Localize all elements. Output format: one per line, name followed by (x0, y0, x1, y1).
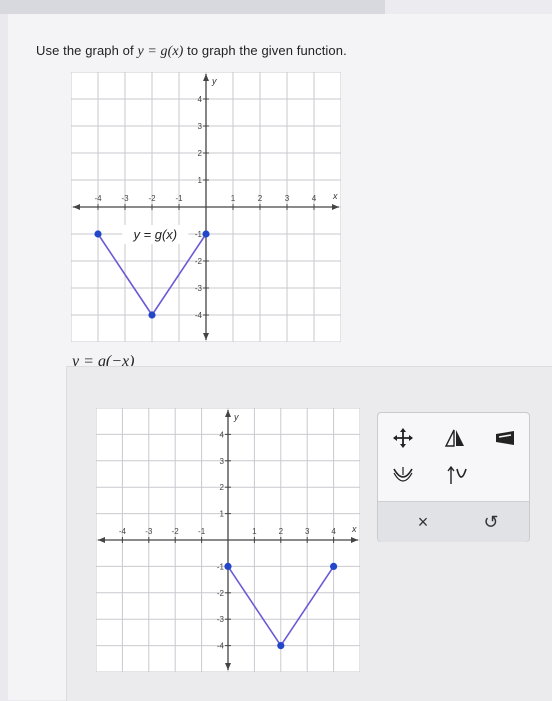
y-tick-label: -2 (217, 589, 225, 598)
x-tick-label: 1 (231, 194, 236, 203)
curve-point (94, 230, 102, 238)
prompt-math: y = g(x) (137, 44, 184, 59)
x-tick-label: -2 (172, 527, 180, 536)
curve-label: y = g(x) (132, 227, 177, 242)
x-axis-label: x (351, 524, 357, 534)
y-tick-label: 2 (220, 483, 225, 492)
toolbox-actions: × ↺ (378, 501, 529, 542)
reflect-icon (444, 429, 464, 447)
scale-icon (496, 431, 514, 445)
stretch-icon (393, 467, 413, 482)
y-tick-label: 3 (220, 457, 225, 466)
transformation-toolbox: × ↺ (377, 412, 530, 542)
y-tick-label: -1 (195, 230, 203, 239)
x-tick-label: -3 (121, 194, 129, 203)
y-axis-label: y (233, 412, 239, 422)
curve-point (224, 562, 232, 570)
answer-graph[interactable]: -4 -3 -2 -1 1 2 3 4 4 3 2 1 -1 -2 -3 -4 x y (96, 408, 360, 672)
x-tick-label: -1 (198, 527, 206, 536)
y-tick-label: -2 (195, 257, 203, 266)
curve-point (202, 230, 210, 238)
x-axis-label: x (332, 191, 338, 201)
undo-button[interactable]: ↺ (478, 510, 504, 534)
y-tick-label: -3 (195, 284, 203, 293)
curve-point (330, 562, 338, 570)
given-graph: -4 -3 -2 -1 1 2 3 4 4 3 2 1 -1 -2 -3 -4 x y y = g(x) (71, 72, 341, 342)
x-tick-label: 1 (252, 527, 257, 536)
top-bar (0, 0, 552, 14)
shift-icon (447, 465, 467, 484)
y-tick-label: 2 (198, 149, 203, 158)
y-tick-label: 4 (198, 95, 203, 104)
y-axis-label: y (211, 76, 217, 86)
prompt-before: Use the graph of (36, 43, 138, 58)
x-tick-label: -3 (145, 527, 153, 536)
y-tick-label: -4 (217, 642, 225, 651)
curve-point (148, 311, 156, 319)
top-tab (385, 0, 552, 14)
delete-button[interactable]: × (410, 510, 436, 534)
y-tick-label: 3 (198, 122, 203, 131)
question-prompt: Use the graph of y = g(x) to graph the g… (36, 43, 347, 60)
reflect-tool-button[interactable] (442, 427, 468, 449)
y-tick-label: -1 (217, 562, 225, 571)
x-tick-label: 2 (258, 194, 263, 203)
x-tick-label: -2 (148, 194, 156, 203)
y-tick-label: 1 (220, 510, 225, 519)
x-tick-label: 3 (285, 194, 290, 203)
y-tick-label: 1 (198, 176, 203, 185)
y-tick-label: -3 (217, 615, 225, 624)
x-tick-label: 4 (331, 527, 336, 536)
move-icon (393, 428, 413, 448)
x-tick-label: 2 (279, 527, 284, 536)
x-tick-label: -4 (119, 527, 127, 536)
x-tick-label: -4 (94, 194, 102, 203)
curve-point (277, 642, 285, 650)
x-tick-label: -1 (175, 194, 183, 203)
shift-tool-button[interactable] (444, 465, 470, 487)
y-tick-label: 4 (220, 430, 225, 439)
stretch-tool-button[interactable] (390, 465, 416, 487)
scale-tool-button[interactable] (492, 427, 518, 449)
prompt-after: to graph the given function. (183, 43, 347, 58)
y-tick-label: -4 (195, 311, 203, 320)
x-tick-label: 3 (305, 527, 310, 536)
x-tick-label: 4 (312, 194, 317, 203)
move-tool-button[interactable] (390, 427, 416, 449)
